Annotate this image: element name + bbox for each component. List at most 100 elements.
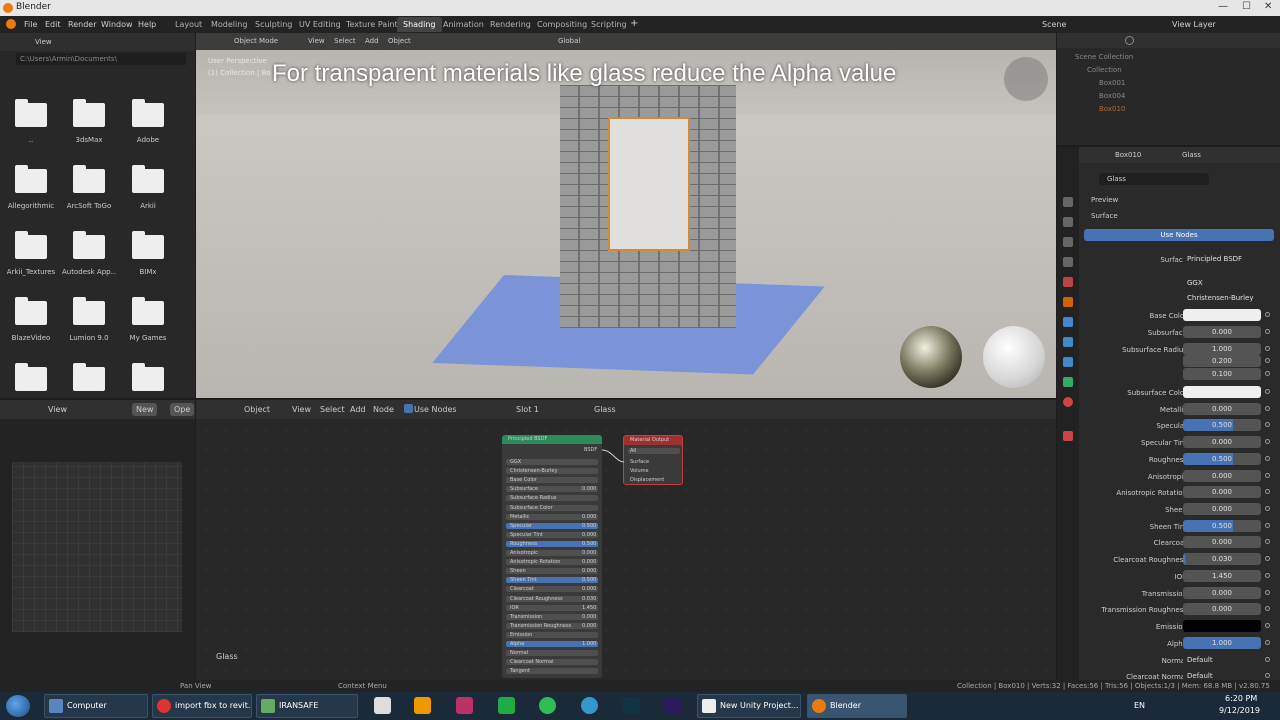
keyframe-dot-icon[interactable] — [1265, 539, 1270, 544]
property-field[interactable] — [1183, 309, 1261, 321]
viewport-object-menu[interactable]: Object — [388, 37, 411, 45]
folder-arkii[interactable]: Arkii — [121, 165, 175, 219]
notepad-icon[interactable] — [374, 697, 391, 714]
particles-tab-icon[interactable] — [1063, 337, 1073, 347]
folder-lumion[interactable]: Lumion 9.0 — [62, 297, 116, 351]
folder-bimx[interactable]: BIMx — [121, 231, 175, 285]
folder-my-games[interactable]: My Games — [121, 297, 175, 351]
surface-panel-toggle[interactable]: Surface — [1091, 212, 1118, 220]
folder-parent[interactable]: .. — [4, 99, 58, 153]
node-object-dropdown[interactable]: Object — [244, 405, 270, 414]
taskbar-blender[interactable]: Blender — [807, 694, 907, 718]
property-field[interactable]: 0.500 — [1183, 520, 1261, 532]
tab-rendering[interactable]: Rendering — [484, 17, 537, 32]
keyframe-dot-icon[interactable] — [1265, 506, 1270, 511]
outliner-scene-collection[interactable]: Scene Collection — [1075, 53, 1133, 61]
outliner-box001[interactable]: Box001 — [1099, 79, 1125, 87]
file-browser-view-menu[interactable]: View — [35, 38, 52, 46]
property-field[interactable]: 1.450 — [1183, 570, 1261, 582]
utorrent-icon[interactable] — [498, 697, 515, 714]
property-field[interactable]: 0.000 — [1183, 536, 1261, 548]
folder-arcsoft[interactable]: ArcSoft ToGo — [62, 165, 116, 219]
use-nodes-checkbox[interactable] — [404, 404, 413, 413]
image-view-menu[interactable]: View — [48, 405, 67, 414]
context-object-name[interactable]: Box010 — [1115, 151, 1141, 159]
folder-3dsmax[interactable]: 3dsMax — [62, 99, 116, 153]
render-tab-icon[interactable] — [1063, 217, 1073, 227]
property-field[interactable]: 0.000 — [1183, 587, 1261, 599]
keyframe-dot-icon[interactable] — [1265, 358, 1270, 363]
folder-autodesk[interactable]: Autodesk App... — [62, 231, 116, 285]
folder-blazevideo[interactable]: BlazeVideo — [4, 297, 58, 351]
node-select-menu[interactable]: Select — [320, 405, 345, 414]
tool-tab-icon[interactable] — [1063, 197, 1073, 207]
start-button[interactable] — [6, 695, 30, 717]
data-tab-icon[interactable] — [1063, 377, 1073, 387]
surface-input-socket[interactable]: Surface — [630, 459, 649, 466]
scene-tab-icon[interactable] — [1063, 277, 1073, 287]
minimize-button[interactable]: — — [1218, 1, 1228, 12]
menu-file[interactable]: File — [24, 20, 37, 29]
keyframe-dot-icon[interactable] — [1265, 406, 1270, 411]
subsurface-method-dropdown[interactable]: Christensen-Burley — [1183, 292, 1273, 304]
property-field[interactable]: 0.000 — [1183, 403, 1261, 415]
property-field[interactable]: 0.000 — [1183, 486, 1261, 498]
clock-date[interactable]: 9/12/2019 — [1219, 706, 1260, 715]
tab-layout[interactable]: Layout — [169, 17, 208, 32]
keyframe-dot-icon[interactable] — [1265, 346, 1270, 351]
steam-icon[interactable] — [623, 697, 640, 714]
glass-pane-mesh[interactable] — [608, 117, 690, 251]
keyframe-dot-icon[interactable] — [1265, 371, 1270, 376]
close-button[interactable]: ✕ — [1264, 1, 1272, 12]
tab-texture-paint[interactable]: Texture Paint — [340, 17, 404, 32]
property-field[interactable]: 0.200 — [1183, 355, 1261, 367]
output-tab-icon[interactable] — [1063, 237, 1073, 247]
taskbar-unity[interactable]: New Unity Project... — [697, 694, 801, 718]
keyframe-dot-icon[interactable] — [1265, 623, 1270, 628]
node-node-menu[interactable]: Node — [373, 405, 394, 414]
property-field[interactable]: Default — [1183, 654, 1261, 666]
texture-tab-icon[interactable] — [1063, 431, 1073, 441]
viewport-view-menu[interactable]: View — [308, 37, 325, 45]
path-field[interactable]: C:\Users\Armin\Documents\ — [16, 53, 186, 65]
keyframe-dot-icon[interactable] — [1265, 640, 1270, 645]
menu-window[interactable]: Window — [101, 20, 133, 29]
material-name-input[interactable]: Glass — [1099, 173, 1209, 185]
vlc-icon[interactable] — [414, 697, 431, 714]
add-workspace-icon[interactable]: + — [630, 18, 638, 29]
keyframe-dot-icon[interactable] — [1265, 673, 1270, 678]
keyframe-dot-icon[interactable] — [1265, 422, 1270, 427]
keyframe-dot-icon[interactable] — [1265, 523, 1270, 528]
object-tab-icon[interactable] — [1063, 297, 1073, 307]
keyframe-dot-icon[interactable] — [1265, 456, 1270, 461]
keyframe-dot-icon[interactable] — [1265, 657, 1270, 662]
bsdf-output-socket[interactable]: BSDF — [584, 447, 597, 454]
shader-node-editor[interactable]: Object View Select Add Node Use Nodes Sl… — [196, 400, 1056, 680]
telegram-icon[interactable] — [581, 697, 598, 714]
physics-tab-icon[interactable] — [1063, 357, 1073, 367]
property-field[interactable]: 0.500 — [1183, 453, 1261, 465]
search-icon[interactable] — [1125, 36, 1134, 45]
material-name-field[interactable]: Glass — [594, 405, 616, 414]
property-field[interactable]: 0.030 — [1183, 553, 1261, 565]
material-output-node[interactable]: Material Output All Surface Volume Displ… — [623, 435, 683, 485]
3d-viewport[interactable]: Object Mode View Select Add Object Globa… — [196, 33, 1056, 398]
navigation-gizmo[interactable] — [1004, 57, 1048, 101]
viewport-select-menu[interactable]: Select — [334, 37, 356, 45]
tab-scripting[interactable]: Scripting — [585, 17, 633, 32]
whatsapp-icon[interactable] — [539, 697, 556, 714]
butterfly-icon[interactable] — [456, 697, 473, 714]
property-field[interactable]: 0.000 — [1183, 436, 1261, 448]
blender-menu-icon[interactable] — [6, 19, 16, 29]
tab-shading[interactable]: Shading — [397, 17, 442, 32]
tab-modeling[interactable]: Modeling — [205, 17, 253, 32]
keyframe-dot-icon[interactable] — [1265, 389, 1270, 394]
keyframe-dot-icon[interactable] — [1265, 439, 1270, 444]
outliner-collection[interactable]: Collection — [1087, 66, 1122, 74]
menu-help[interactable]: Help — [138, 20, 156, 29]
property-field[interactable]: 0.000 — [1183, 503, 1261, 515]
menu-render[interactable]: Render — [68, 20, 96, 29]
image-canvas[interactable] — [12, 462, 182, 632]
tab-compositing[interactable]: Compositing — [531, 17, 593, 32]
tab-sculpting[interactable]: Sculpting — [249, 17, 298, 32]
